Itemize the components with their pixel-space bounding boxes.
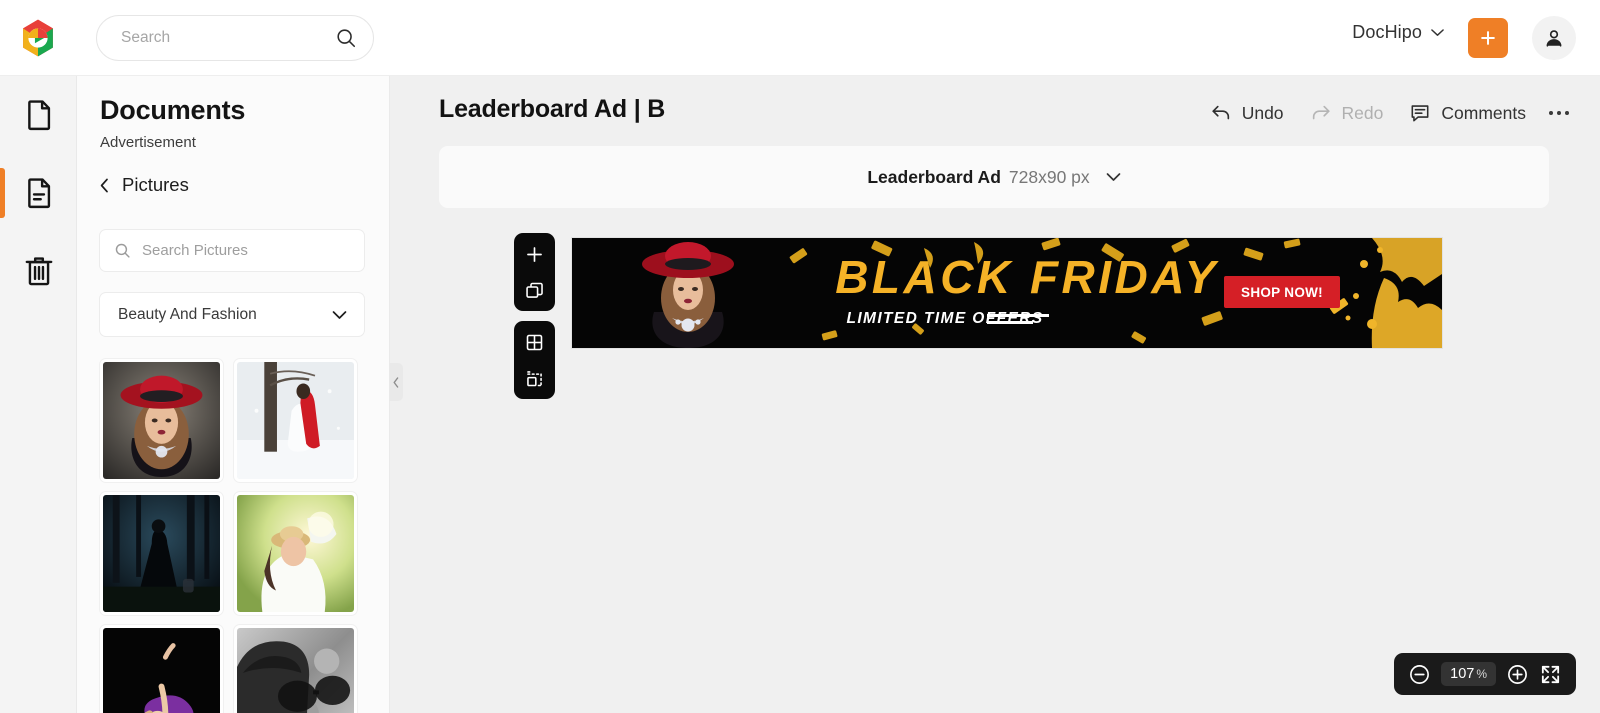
chevron-down-icon xyxy=(332,310,347,319)
pictures-search-input[interactable] xyxy=(140,241,350,260)
resize-dotted-icon xyxy=(527,370,542,386)
minus-circle-icon xyxy=(1410,664,1430,684)
zoom-value: 107 xyxy=(1450,666,1475,682)
back-to-pictures[interactable]: Pictures xyxy=(100,174,189,196)
undo-label: Undo xyxy=(1241,102,1284,123)
comment-bubble-icon xyxy=(1411,105,1429,122)
icon-rail xyxy=(0,76,77,713)
zoom-level[interactable]: 107% xyxy=(1441,662,1496,686)
banner-divider xyxy=(987,314,1049,328)
canvas-header[interactable]: Leaderboard Ad 728x90 px xyxy=(439,146,1549,208)
top-bar: DocHipo xyxy=(0,0,1600,76)
trash-icon xyxy=(25,257,52,286)
cta-label: SHOP NOW! xyxy=(1241,284,1323,300)
brand-menu[interactable]: DocHipo xyxy=(1352,22,1444,43)
more-options-button[interactable] xyxy=(1539,96,1579,130)
document-icon xyxy=(27,100,50,131)
panel-collapse-handle[interactable] xyxy=(389,363,403,401)
woman-red-cloak-snow xyxy=(237,362,354,479)
woman-black-dress-forest xyxy=(103,495,220,612)
comments-button[interactable]: Comments xyxy=(1396,97,1539,129)
user-avatar-icon xyxy=(1546,30,1562,47)
search-input[interactable] xyxy=(119,28,335,48)
panel-subtitle: Advertisement xyxy=(100,134,196,151)
document-title: Leaderboard Ad | B xyxy=(439,95,666,123)
redo-label: Redo xyxy=(1341,102,1384,123)
divider-line-bottom xyxy=(987,321,1033,324)
page-layout-group xyxy=(514,321,555,399)
category-select[interactable]: Beauty And Fashion xyxy=(99,292,365,337)
comments-label: Comments xyxy=(1441,102,1526,123)
banner-title: BLACK FRIDAY xyxy=(835,251,1219,303)
thumbnail-item[interactable] xyxy=(99,624,224,713)
sidebar-item-trash[interactable] xyxy=(0,232,77,310)
banner-model-photo xyxy=(600,238,775,348)
back-label: Pictures xyxy=(122,174,189,195)
zoom-unit: % xyxy=(1476,667,1487,681)
fullscreen-expand-icon xyxy=(1541,665,1560,683)
undo-arrow-icon xyxy=(1212,105,1229,120)
create-new-button[interactable] xyxy=(1468,18,1508,58)
fullscreen-button[interactable] xyxy=(1539,663,1562,686)
global-search[interactable] xyxy=(96,15,374,61)
brand-label: DocHipo xyxy=(1352,22,1422,42)
page-add-group xyxy=(514,233,555,311)
pictures-search[interactable] xyxy=(99,229,365,272)
editor-area: Leaderboard Ad | B Undo Redo Comments Le… xyxy=(390,76,1600,713)
thumbnail-item[interactable] xyxy=(99,358,224,483)
grid-layout-button[interactable] xyxy=(523,330,547,354)
redo-button[interactable]: Redo xyxy=(1297,97,1397,129)
zoom-out-button[interactable] xyxy=(1408,663,1431,686)
zoom-in-button[interactable] xyxy=(1506,663,1529,686)
page-tools xyxy=(514,233,555,399)
category-value: Beauty And Fashion xyxy=(118,305,257,323)
banner-subtitle: LIMITED TIME OFFERS xyxy=(846,310,1044,327)
thumbnail-item[interactable] xyxy=(99,491,224,616)
account-button[interactable] xyxy=(1532,16,1576,60)
sidebar-item-my-documents[interactable] xyxy=(0,154,77,232)
search-icon xyxy=(115,243,130,258)
banner-cta-button[interactable]: SHOP NOW! xyxy=(1224,276,1340,308)
thumbnail-item[interactable] xyxy=(233,624,358,713)
plus-icon xyxy=(527,246,542,262)
zoom-control: 107% xyxy=(1394,653,1576,695)
woman-red-hat-portrait xyxy=(103,362,220,479)
canvas-name: Leaderboard Ad xyxy=(867,166,1001,187)
thumbnail-item[interactable] xyxy=(233,358,358,483)
thumbnail-grid xyxy=(99,358,379,713)
duplicate-page-button[interactable] xyxy=(523,278,547,302)
chevron-down-icon[interactable] xyxy=(1106,172,1121,182)
logo-container[interactable] xyxy=(0,17,76,59)
chevron-left-icon xyxy=(100,178,108,192)
dochipo-logo xyxy=(23,19,53,56)
copy-icon xyxy=(526,282,543,298)
add-page-button[interactable] xyxy=(523,242,547,266)
resize-button[interactable] xyxy=(523,366,547,390)
page-title: Documents xyxy=(100,95,246,125)
woman-straw-hat-sunlight xyxy=(237,495,354,612)
plus-circle-icon xyxy=(1508,664,1527,684)
grid-icon xyxy=(526,334,543,350)
pictures-panel: Documents Advertisement Pictures Beauty … xyxy=(77,76,390,713)
plus-icon xyxy=(1481,31,1495,45)
ellipsis-icon xyxy=(1549,111,1569,115)
sidebar-item-blank-document[interactable] xyxy=(0,76,77,154)
chevron-left-icon xyxy=(393,376,399,388)
undo-button[interactable]: Undo xyxy=(1197,97,1297,129)
dochipo-editor-app: DocHipo xyxy=(0,0,1600,713)
editor-toolbar: Undo Redo Comments xyxy=(1197,96,1579,130)
redo-arrow-icon xyxy=(1312,105,1330,120)
banner-canvas[interactable]: BLACK FRIDAY LIMITED TIME OFFERS SHOP NO… xyxy=(572,238,1442,348)
canvas-dimensions: 728x90 px xyxy=(1008,166,1090,187)
search-icon[interactable] xyxy=(335,27,357,49)
bw-portrait-sunglasses xyxy=(237,628,354,713)
chevron-down-icon xyxy=(1431,29,1444,36)
document-lines-icon xyxy=(27,178,50,209)
thumbnail-item[interactable] xyxy=(233,491,358,616)
divider-line-top xyxy=(987,314,1049,317)
dancer-purple-dress xyxy=(103,628,220,713)
